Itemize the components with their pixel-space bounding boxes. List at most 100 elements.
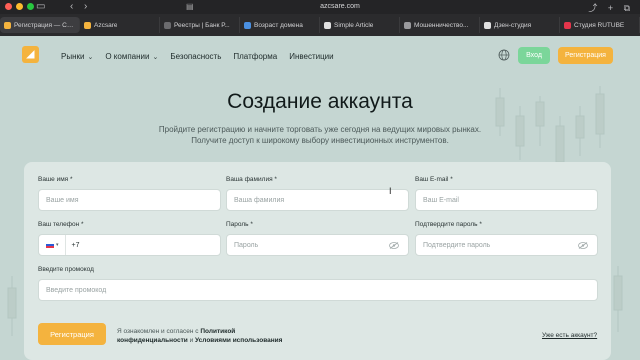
email-label: Ваш E-mail *	[415, 176, 453, 183]
password-placeholder: Пароль	[234, 241, 259, 249]
nav-item[interactable]: Платформа	[233, 52, 277, 61]
password-label: Пароль *	[226, 221, 253, 228]
subtitle-line-1: Пройдите регистрацию и начните торговать…	[158, 125, 482, 134]
site-header: ◢ Рынки ⌄ О компании ⌄ Безопасность Платформа…	[0, 36, 640, 76]
main-nav: Рынки ⌄ О компании ⌄ Безопасность Платформа Ин…	[61, 52, 334, 61]
first-name-input[interactable]: Ваше имя	[38, 189, 221, 211]
eye-slash-icon[interactable]	[389, 242, 399, 249]
sidebar-icon[interactable]: ▭	[36, 1, 45, 13]
promo-placeholder: Введите промокод	[46, 286, 107, 294]
last-name-input[interactable]: Ваша фамилия	[226, 189, 409, 211]
last-name-label: Ваша фамилия *	[226, 176, 277, 183]
russia-flag-icon	[46, 242, 54, 248]
back-icon[interactable]: ‹	[70, 1, 73, 13]
registration-form: Ваше имя * Ваше имя Ваша фамилия * Ваша …	[24, 162, 611, 360]
password-confirm-label: Подтвердите пароль *	[415, 221, 482, 228]
browser-tab[interactable]: Студия RUTUBE	[560, 17, 640, 33]
email-input[interactable]: Ваш E-mail	[415, 189, 598, 211]
promo-label: Введите промокод	[38, 266, 94, 273]
first-name-field: Ваше имя * Ваше имя	[38, 176, 221, 211]
password-input[interactable]: Пароль	[226, 234, 409, 256]
tab-title: Simple Article	[334, 21, 374, 29]
page-title: Создание аккаунта	[227, 90, 413, 113]
favicon-icon	[404, 21, 411, 29]
favicon-icon	[84, 21, 91, 29]
tab-title: Дзен-студия	[494, 21, 532, 29]
nav-item-label: О компании	[105, 52, 150, 61]
password-confirm-placeholder: Подтвердите пароль	[423, 241, 491, 249]
phone-input[interactable]: ▾ +7	[38, 234, 221, 256]
window-controls	[5, 3, 34, 10]
login-button[interactable]: Вход	[518, 47, 550, 64]
last-name-field: Ваша фамилия * Ваша фамилия	[226, 176, 409, 211]
chevron-down-icon: ⌄	[87, 53, 94, 61]
password-field: Пароль * Пароль	[226, 221, 409, 256]
language-globe-icon[interactable]	[498, 49, 510, 61]
minimize-window-button[interactable]	[16, 3, 23, 10]
nav-item[interactable]: О компании ⌄	[105, 52, 158, 61]
forward-icon[interactable]: ›	[84, 1, 87, 13]
phone-label: Ваш телефон *	[38, 221, 84, 228]
browser-tab[interactable]: Возраст домена	[240, 17, 320, 33]
site-logo[interactable]: ◢	[22, 46, 39, 63]
password-confirm-field: Подтвердите пароль * Подтвердите пароль	[415, 221, 598, 256]
tab-title: Azcsare	[94, 21, 118, 29]
address-bar[interactable]: azcsare.com	[200, 2, 480, 12]
consent-and: и	[189, 337, 194, 344]
browser-toolbar: ▭ ‹ › ▤ azcsare.com ⤴ + ⧉	[0, 0, 640, 14]
header-register-button[interactable]: Регистрация	[558, 47, 613, 64]
tab-title: Возраст домена	[254, 21, 303, 29]
promo-field: Введите промокод Введите промокод	[38, 266, 598, 301]
toolbar-actions-icon[interactable]: ⤴ + ⧉	[588, 1, 634, 14]
email-field: Ваш E-mail * Ваш E-mail	[415, 176, 598, 211]
browser-tab[interactable]: Simple Article	[320, 17, 400, 33]
country-code-select[interactable]: ▾	[46, 235, 66, 255]
phone-field: Ваш телефон * ▾ +7	[38, 221, 221, 256]
chevron-down-icon: ▾	[56, 242, 59, 248]
nav-item-label: Безопасность	[170, 52, 222, 61]
text-cursor-icon: I	[389, 186, 392, 196]
promo-input[interactable]: Введите промокод	[38, 279, 598, 301]
nav-item[interactable]: Безопасность	[170, 52, 221, 61]
first-name-label: Ваше имя *	[38, 176, 73, 183]
subtitle-line-2: Получите доступ к широкому выбору инвест…	[191, 135, 449, 145]
have-account-link[interactable]: Уже есть аккаунт?	[542, 332, 597, 339]
phone-value: +7	[71, 241, 80, 249]
terms-of-use-link[interactable]: Условиями использования	[195, 337, 282, 344]
nav-item-label: Инвестиции	[289, 52, 334, 61]
tab-title: Студия RUTUBE	[574, 21, 625, 29]
favicon-icon	[564, 21, 571, 29]
browser-tab[interactable]: Дзен-студия	[480, 17, 560, 33]
favicon-icon	[244, 21, 251, 29]
tab-title: Регистрация — Соз...	[14, 21, 75, 29]
first-name-placeholder: Ваше имя	[46, 196, 79, 204]
nav-item[interactable]: Рынки ⌄	[61, 52, 93, 61]
favicon-icon	[164, 21, 171, 29]
email-placeholder: Ваш E-mail	[423, 196, 459, 204]
maximize-window-button[interactable]	[27, 3, 34, 10]
eye-slash-icon[interactable]	[578, 242, 588, 249]
tab-title: Реестры | Банк Р...	[174, 21, 230, 29]
register-submit-button[interactable]: Регистрация	[38, 323, 106, 345]
nav-item[interactable]: Инвестиции	[289, 52, 333, 61]
favicon-icon	[484, 21, 491, 29]
browser-tab[interactable]: Мошенничество...	[400, 17, 480, 33]
page-settings-icon[interactable]: ▤	[186, 2, 194, 11]
last-name-placeholder: Ваша фамилия	[234, 196, 285, 204]
page-subtitle: Пройдите регистрацию и начните торговать…	[130, 125, 510, 146]
browser-tab[interactable]: Реестры | Банк Р...	[160, 17, 240, 33]
tab-title: Мошенничество...	[414, 21, 469, 29]
nav-item-label: Рынки	[61, 52, 85, 61]
password-confirm-input[interactable]: Подтвердите пароль	[415, 234, 598, 256]
nav-item-label: Платформа	[233, 52, 278, 61]
favicon-icon	[4, 21, 11, 29]
browser-chrome: ▭ ‹ › ▤ azcsare.com ⤴ + ⧉ Регистрация — …	[0, 0, 640, 36]
close-window-button[interactable]	[5, 3, 12, 10]
consent-text: Я ознакомлен и согласен с Политикой конф…	[117, 327, 287, 345]
chevron-down-icon: ⌄	[152, 53, 159, 61]
consent-prefix: Я ознакомлен и согласен с	[117, 328, 199, 335]
favicon-icon	[324, 21, 331, 29]
browser-tab[interactable]: Azcsare	[80, 17, 160, 33]
tab-bar: Регистрация — Соз... Azcsare Реестры | Бан…	[0, 17, 640, 33]
browser-tab[interactable]: Регистрация — Соз...	[0, 17, 80, 33]
